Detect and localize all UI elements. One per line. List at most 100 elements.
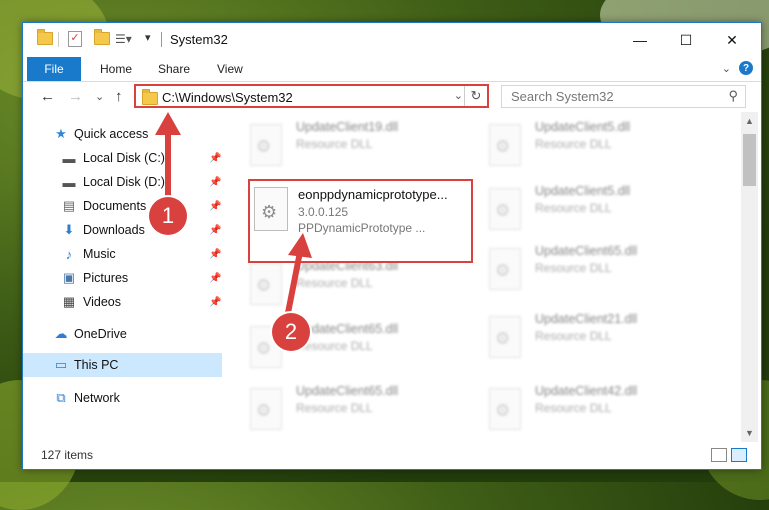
navigation-pane: ★ Quick access ▬ Local Disk (C:) 📌 ▬ Loc… (23, 112, 222, 442)
list-item[interactable]: UpdateClient63.dll Resource DLL (250, 259, 470, 307)
search-placeholder: Search System32 (511, 89, 614, 104)
sidebar-item-pictures[interactable]: ▣ Pictures 📌 (23, 266, 222, 290)
network-icon: ⧉ (56, 390, 66, 405)
back-button[interactable]: ← (40, 88, 55, 105)
music-icon: ♪ (65, 246, 73, 262)
minimize-button[interactable]: — (617, 23, 663, 57)
file-name: UpdateClient19.dll (296, 120, 399, 134)
details-view-icon[interactable] (711, 448, 727, 462)
pin-icon[interactable]: 📌 (209, 249, 221, 260)
sidebar-item-local-disk-c[interactable]: ▬ Local Disk (C:) 📌 (23, 146, 222, 170)
dll-file-icon (489, 388, 521, 430)
quick-access-separator (58, 32, 59, 47)
title-bar: ✓ ☰▾ ▾ System32 — ☐ ✕ (23, 23, 761, 57)
highlighted-file-item[interactable]: eonppdynamicprototype... 3.0.0.125 PPDyn… (248, 179, 473, 263)
dll-file-icon (250, 124, 282, 166)
search-input[interactable]: Search System32 ⚲ (501, 85, 746, 108)
close-button[interactable]: ✕ (709, 23, 755, 57)
large-icons-view-icon[interactable] (731, 448, 747, 462)
cloud-icon: ☁ (54, 326, 68, 341)
properties-icon[interactable]: ✓ (68, 31, 82, 47)
list-item[interactable]: UpdateClient5.dll Resource DLL (489, 120, 709, 168)
new-folder-icon[interactable] (94, 29, 110, 46)
tab-home[interactable]: Home (100, 57, 132, 81)
step-2-marker: 2 (272, 313, 310, 351)
forward-button[interactable]: → (68, 88, 83, 105)
file-description: Resource DLL (535, 329, 612, 343)
scroll-down-icon[interactable]: ▼ (745, 428, 754, 438)
pin-icon[interactable]: 📌 (209, 177, 221, 188)
recent-locations-button[interactable]: ⌄ (95, 90, 104, 103)
videos-icon: ▦ (62, 294, 76, 309)
list-item[interactable]: UpdateClient19.dll Resource DLL (250, 120, 470, 168)
sidebar-item-music[interactable]: ♪ Music 📌 (23, 242, 222, 266)
list-item[interactable]: UpdateClient21.dll Resource DLL (489, 312, 709, 360)
dll-file-icon (250, 388, 282, 430)
sidebar-item-quick-access[interactable]: ★ Quick access (23, 122, 222, 146)
tab-file[interactable]: File (27, 57, 81, 81)
sidebar-item-label: Videos (83, 295, 121, 309)
file-name: UpdateClient42.dll (535, 384, 638, 398)
help-icon[interactable]: ? (739, 61, 753, 75)
chevron-down-icon[interactable]: ⌄ (454, 89, 463, 102)
pin-icon[interactable]: 📌 (209, 201, 221, 212)
file-name: UpdateClient65.dll (296, 322, 399, 336)
scrollbar-thumb[interactable] (743, 134, 756, 186)
window-title: System32 (170, 32, 228, 47)
up-button[interactable]: ↑ (115, 88, 123, 105)
pictures-icon: ▣ (62, 270, 76, 285)
dll-file-icon (254, 187, 288, 231)
tab-view[interactable]: View (217, 57, 243, 81)
scroll-up-icon[interactable]: ▲ (745, 116, 754, 126)
file-name: UpdateClient21.dll (535, 312, 638, 326)
maximize-button[interactable]: ☐ (663, 23, 709, 57)
star-icon: ★ (55, 126, 67, 141)
item-count: 127 items (41, 448, 94, 462)
step-1-marker: 1 (149, 197, 187, 235)
sidebar-item-label: Music (83, 247, 116, 261)
address-bar[interactable]: C:\Windows\System32 ⌄ ↻ (134, 84, 489, 108)
dll-file-icon (489, 316, 521, 358)
file-name: UpdateClient65.dll (296, 384, 399, 398)
sidebar-item-label: OneDrive (74, 327, 127, 341)
customize-toolbar-icon[interactable]: ☰▾ (115, 32, 132, 46)
explorer-window: ✓ ☰▾ ▾ System32 — ☐ ✕ File Home Share Vi… (22, 22, 762, 470)
folder-icon (37, 29, 53, 46)
pin-icon[interactable]: 📌 (209, 297, 221, 308)
computer-icon: ▭ (54, 357, 68, 372)
drive-icon: ▬ (62, 150, 76, 166)
list-item[interactable]: UpdateClient42.dll Resource DLL (489, 384, 709, 432)
sidebar-item-videos[interactable]: ▦ Videos 📌 (23, 290, 222, 314)
file-description: Resource DLL (535, 261, 612, 275)
tab-share[interactable]: Share (158, 57, 190, 81)
sidebar-item-label: Quick access (74, 127, 149, 141)
search-icon[interactable]: ⚲ (728, 88, 738, 104)
sidebar-item-label: Local Disk (D:) (83, 175, 165, 189)
sidebar-item-label: Network (74, 391, 120, 405)
vertical-scrollbar[interactable]: ▲ ▼ (741, 112, 758, 442)
sidebar-item-label: Local Disk (C:) (83, 151, 165, 165)
pin-icon[interactable]: 📌 (209, 273, 221, 284)
sidebar-item-local-disk-d[interactable]: ▬ Local Disk (D:) 📌 (23, 170, 222, 194)
sidebar-item-network[interactable]: ⧉ Network (23, 386, 222, 410)
list-item[interactable]: UpdateClient65.dll Resource DLL (489, 244, 709, 292)
quick-access-dropdown-icon[interactable]: ▾ (145, 31, 151, 44)
sidebar-item-this-pc[interactable]: ▭ This PC (23, 353, 222, 377)
sidebar-item-label: This PC (74, 358, 119, 372)
ribbon-expand-icon[interactable]: ⌄ (722, 62, 731, 75)
file-name: UpdateClient5.dll (535, 120, 631, 134)
refresh-button[interactable]: ↻ (464, 86, 487, 106)
sidebar-item-documents[interactable]: ▤ Documents 📌 (23, 194, 222, 218)
sidebar-item-onedrive[interactable]: ☁ OneDrive (23, 322, 222, 346)
address-path: C:\Windows\System32 (162, 90, 293, 105)
list-item[interactable]: UpdateClient65.dll Resource DLL (250, 384, 470, 432)
pin-icon[interactable]: 📌 (209, 153, 221, 164)
file-description: Resource DLL (296, 137, 373, 151)
sidebar-item-downloads[interactable]: ⬇ Downloads 📌 (23, 218, 222, 242)
file-description: Resource DLL (535, 201, 612, 215)
file-name: UpdateClient65.dll (535, 244, 638, 258)
list-item[interactable]: UpdateClient5.dll Resource DLL (489, 184, 709, 232)
ribbon-tabs: File Home Share View ⌄ ? (23, 57, 761, 82)
pin-icon[interactable]: 📌 (209, 225, 221, 236)
documents-icon: ▤ (62, 198, 76, 213)
